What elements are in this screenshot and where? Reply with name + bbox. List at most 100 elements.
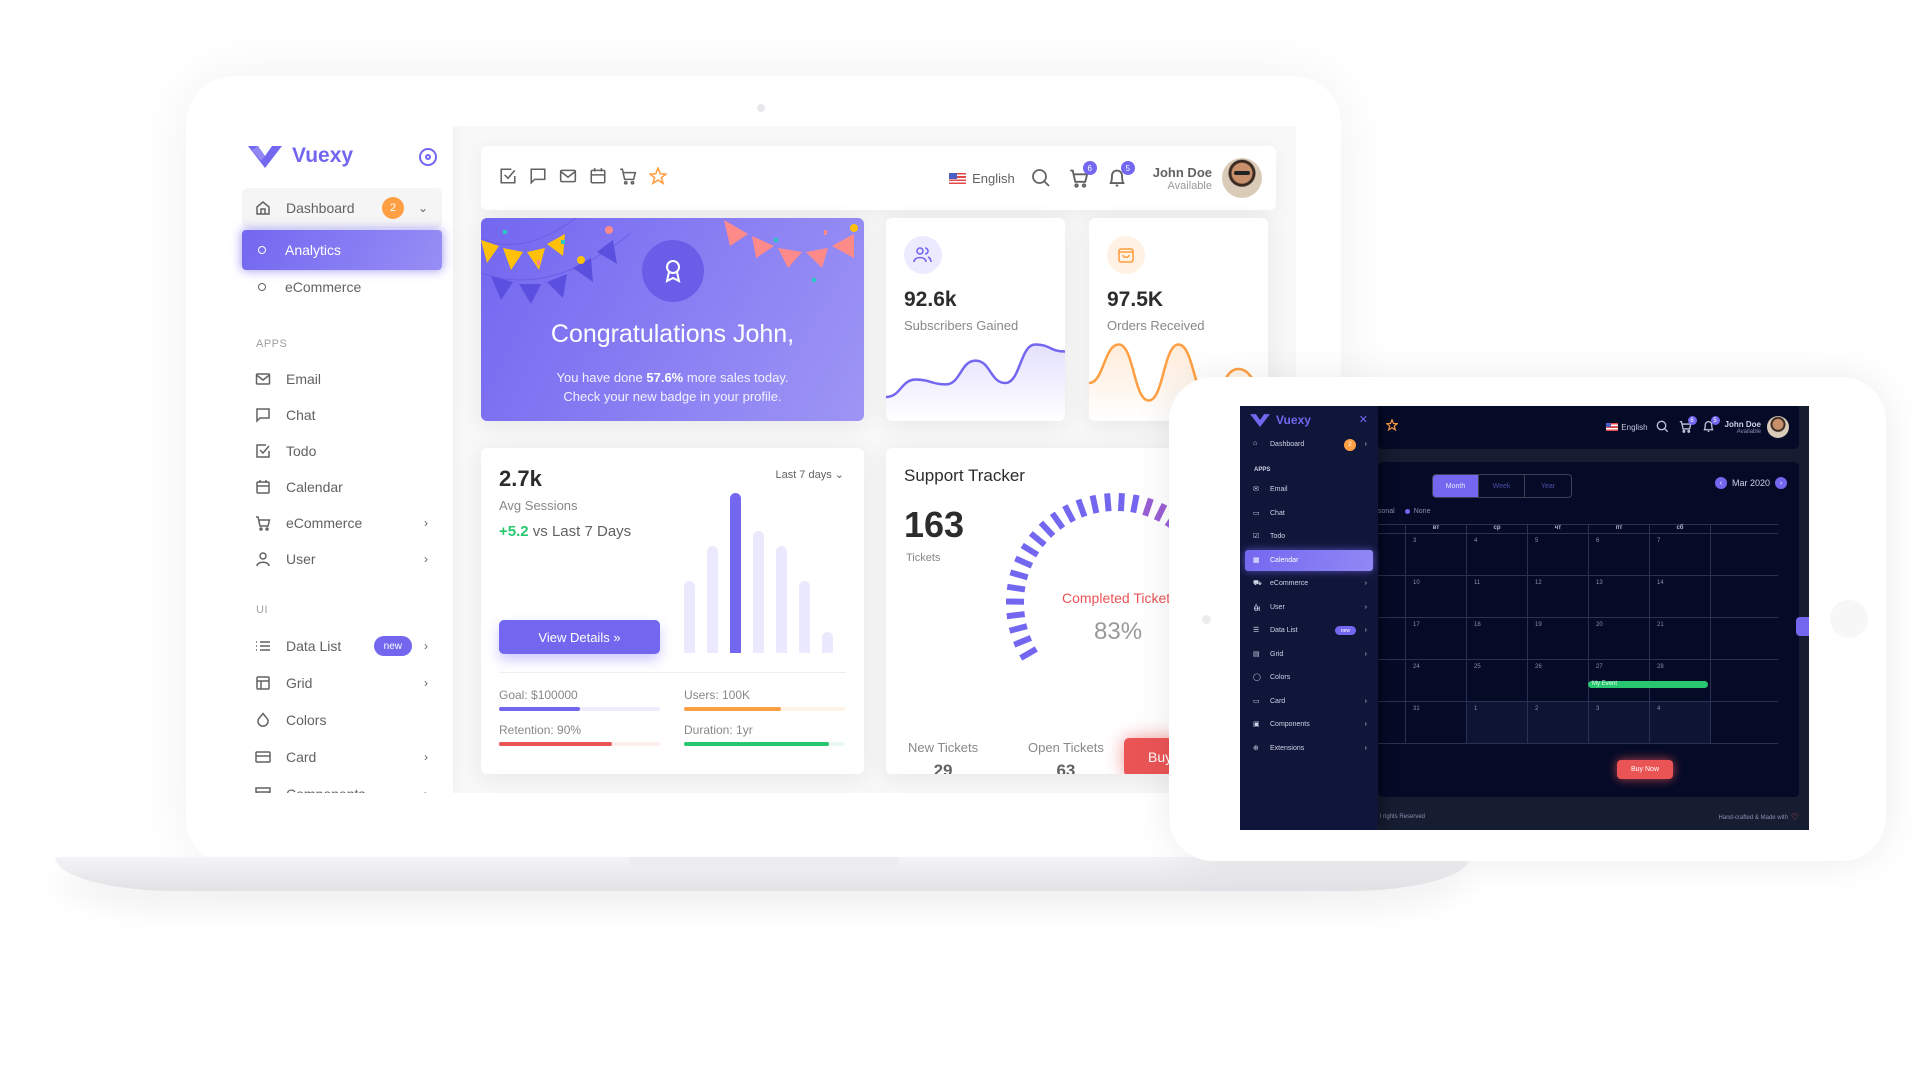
search-icon[interactable] — [1656, 420, 1670, 434]
user-menu[interactable]: John Doe Available — [1725, 420, 1761, 435]
calendar-day-cell[interactable]: 4 — [1467, 534, 1528, 575]
customizer-gear-icon[interactable] — [1796, 617, 1809, 636]
language-selector[interactable]: English — [949, 171, 1015, 186]
user-menu[interactable]: John Doe Available — [1153, 165, 1212, 192]
chevron-right-icon: › — [1364, 650, 1367, 658]
calendar-day-cell[interactable] — [1378, 702, 1406, 743]
sidebar-item-user[interactable]: User › — [242, 539, 442, 579]
sidebar-item-dashboard[interactable]: Dashboard 2 ⌄ — [242, 188, 442, 228]
cart-icon[interactable]: 6 — [1679, 416, 1697, 434]
avatar[interactable] — [1222, 158, 1262, 198]
brand[interactable]: Vuexy — [248, 144, 353, 168]
calendar-day-cell[interactable]: 26 — [1528, 660, 1589, 701]
view-year-button[interactable]: Year — [1525, 475, 1571, 497]
next-month-chevron-right-icon[interactable]: › — [1775, 477, 1787, 489]
calendar-day-cell[interactable]: 5 — [1528, 534, 1589, 575]
sidebar-item-colors[interactable]: Colors — [242, 700, 442, 740]
sidebar-item-analytics[interactable]: Analytics — [242, 230, 442, 270]
sidebar-item-colors[interactable]: ◯ Colors — [1245, 667, 1373, 688]
close-icon[interactable]: ✕ — [1359, 413, 1368, 426]
sidebar-toggle-icon[interactable] — [419, 148, 437, 166]
home-icon — [254, 199, 272, 217]
todo-shortcut-check-square-icon[interactable] — [499, 167, 517, 185]
sessions-range-dropdown[interactable]: Last 7 days ⌄ — [775, 468, 844, 481]
calendar-day-cell[interactable]: 2 — [1528, 702, 1589, 743]
calendar-day-cell[interactable]: 17 — [1406, 618, 1467, 659]
sales-percentage: 57.6% — [646, 370, 684, 385]
sidebar-item-grid[interactable]: Grid › — [242, 663, 442, 703]
chat-shortcut-chat-icon[interactable] — [529, 167, 547, 185]
view-details-button[interactable]: View Details » — [499, 620, 660, 654]
email-shortcut-mail-icon[interactable] — [559, 167, 577, 185]
sidebar-item-user[interactable]: ♙ User › — [1245, 597, 1373, 618]
sidebar-item-todo[interactable]: Todo — [242, 431, 442, 471]
calendar-day-cell[interactable]: 31 — [1406, 702, 1467, 743]
calendar-day-cell[interactable]: 4 — [1650, 702, 1711, 743]
calendar-day-cell[interactable]: 14 — [1650, 576, 1711, 617]
calendar-day-cell[interactable]: 20 — [1589, 618, 1650, 659]
calendar-day-cell[interactable] — [1378, 660, 1406, 701]
legend-personal: sonal — [1378, 508, 1395, 515]
sidebar-item-card[interactable]: ▭ Card › — [1245, 691, 1373, 712]
sidebar-item-todo[interactable]: ☑ Todo — [1245, 526, 1373, 547]
calendar-day-cell[interactable] — [1378, 576, 1406, 617]
calendar-day-cell[interactable]: 13 — [1589, 576, 1650, 617]
bell-icon[interactable]: 5 — [1702, 416, 1720, 434]
sidebar-item-label: Data List — [286, 638, 342, 654]
calendar-day-cell[interactable] — [1378, 534, 1406, 575]
sessions-label: Avg Sessions — [499, 498, 578, 513]
sidebar-item-dashboard[interactable]: ⌂ Dashboard 2 › — [1245, 434, 1373, 455]
calendar-event[interactable]: My Event — [1588, 681, 1708, 688]
sidebar-item-components[interactable]: Components › — [242, 774, 442, 793]
calendar-day-cell[interactable]: 12 — [1528, 576, 1589, 617]
calendar-day-cell[interactable]: 10 — [1406, 576, 1467, 617]
sidebar-item-calendar[interactable]: ▦ Calendar — [1245, 549, 1373, 571]
sidebar-item-extensions[interactable]: ⊕ Extensions › — [1245, 738, 1373, 759]
sidebar-item-label: Grid — [286, 675, 313, 691]
bookmark-star-icon[interactable] — [1385, 418, 1399, 436]
bell-icon[interactable]: 5 — [1105, 161, 1135, 190]
sidebar-item-calendar[interactable]: Calendar — [242, 467, 442, 507]
sidebar-item-chat[interactable]: Chat — [242, 395, 442, 435]
ecommerce-shortcut-cart-icon[interactable] — [619, 167, 637, 185]
sidebar-item-ecommerce[interactable]: ⛟ eCommerce › — [1245, 573, 1373, 594]
prev-month-chevron-left-icon[interactable]: ‹ — [1714, 477, 1727, 489]
sidebar-item-data-list[interactable]: Data List new › — [242, 626, 442, 666]
sidebar-item-card[interactable]: Card › — [242, 737, 442, 777]
sessions-bar-chart — [684, 488, 844, 653]
sidebar-item-ecommerce[interactable]: eCommerce › — [242, 503, 442, 543]
calendar-day-cell[interactable]: 3 — [1406, 534, 1467, 575]
gauge-tick — [1062, 504, 1076, 523]
sidebar-item-label: User — [1270, 603, 1285, 611]
buy-now-button[interactable]: Buy Now — [1617, 760, 1673, 779]
language-selector[interactable]: English — [1606, 423, 1648, 432]
calendar-day-cell[interactable]: 11 — [1467, 576, 1528, 617]
calendar-day-cell[interactable]: 1 — [1467, 702, 1528, 743]
calendar-day-cell[interactable]: 3 — [1589, 702, 1650, 743]
sidebar-item-ecommerce-dashboard[interactable]: eCommerce — [242, 267, 442, 307]
brand[interactable]: Vuexy — [1250, 413, 1311, 427]
calendar-day-cell[interactable]: 24 — [1406, 660, 1467, 701]
view-week-button[interactable]: Week — [1479, 475, 1525, 497]
sidebar-item-grid[interactable]: ▤ Grid › — [1245, 644, 1373, 665]
calendar-shortcut-calendar-icon[interactable] — [589, 167, 607, 185]
calendar-day-cell[interactable]: 25 — [1467, 660, 1528, 701]
calendar-day-cell[interactable]: 21 — [1650, 618, 1711, 659]
sidebar-item-email[interactable]: ✉ Email — [1245, 479, 1373, 500]
session-bar — [799, 581, 810, 653]
calendar-day-cell[interactable]: 18 — [1467, 618, 1528, 659]
bookmark-star-icon[interactable] — [649, 167, 667, 185]
calendar-day-cell[interactable]: 7 — [1650, 534, 1711, 575]
calendar-day-cell[interactable]: 19 — [1528, 618, 1589, 659]
search-icon[interactable] — [1029, 166, 1053, 190]
view-month-button[interactable]: Month — [1433, 475, 1479, 497]
sidebar-item-components[interactable]: ▣ Components › — [1245, 714, 1373, 735]
calendar-day-cell[interactable] — [1378, 618, 1406, 659]
calendar-day-cell[interactable]: 6 — [1589, 534, 1650, 575]
tablet-navbar: English 6 5 John Doe Available — [1378, 406, 1799, 449]
cart-icon[interactable]: 6 — [1067, 161, 1097, 190]
sidebar-item-chat[interactable]: ▭ Chat — [1245, 503, 1373, 524]
avatar[interactable] — [1767, 416, 1789, 438]
sidebar-item-email[interactable]: Email — [242, 359, 442, 399]
sidebar-item-data-list[interactable]: ☰ Data List new › — [1245, 620, 1373, 641]
